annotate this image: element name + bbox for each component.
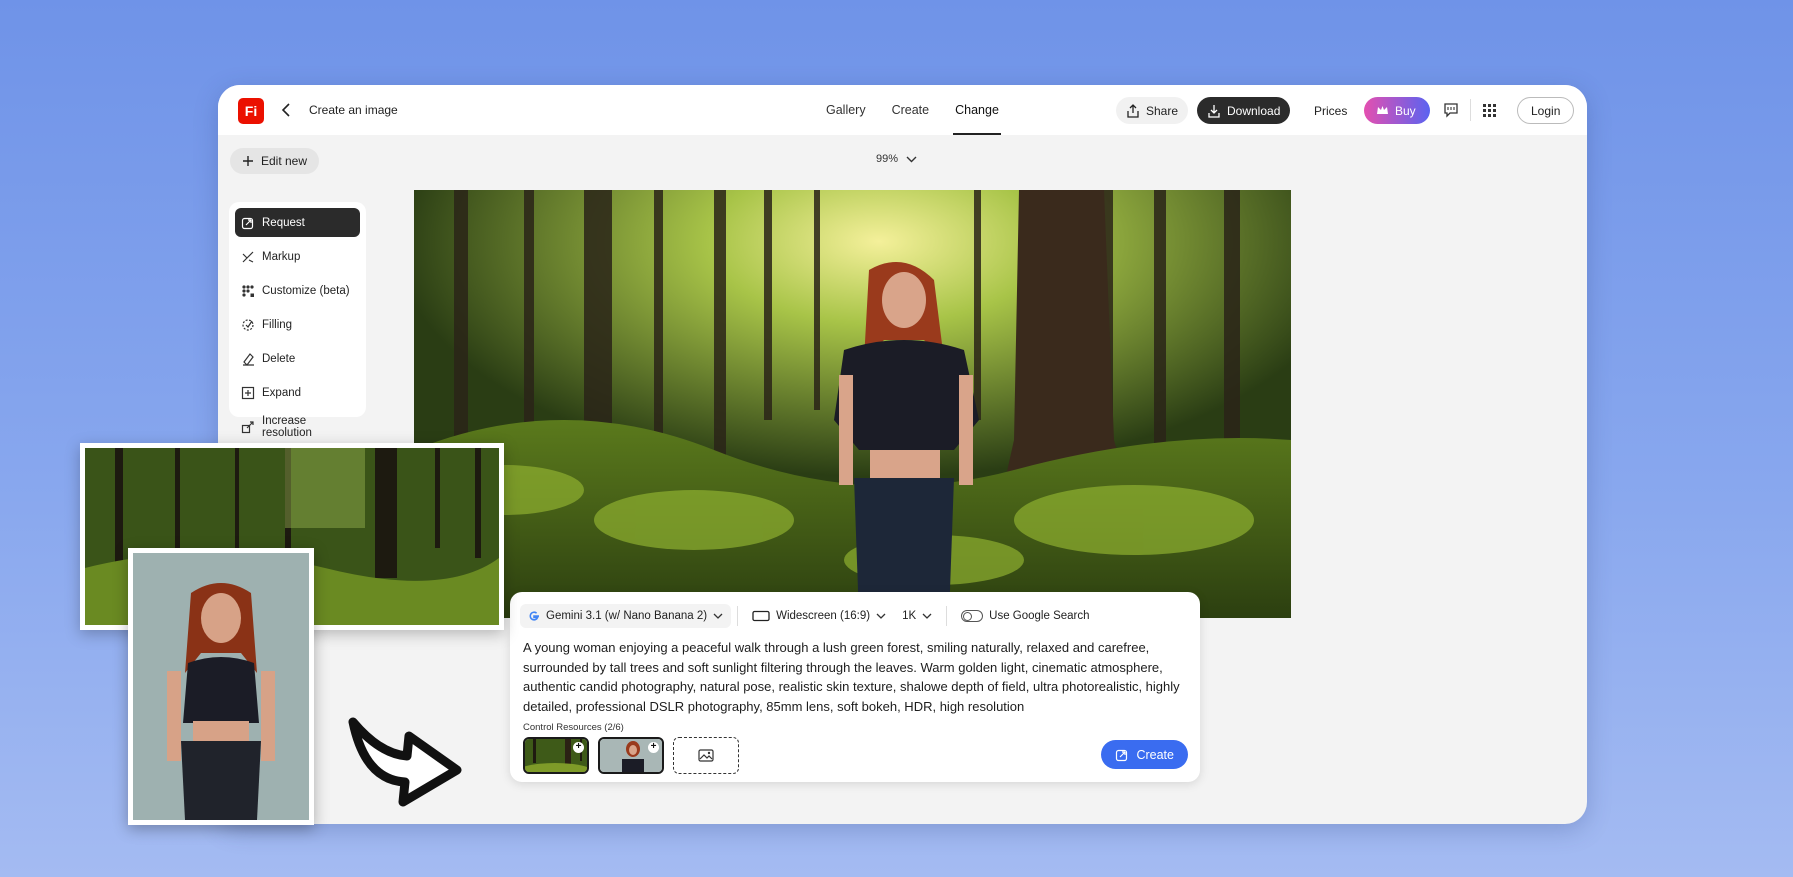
top-bar: Fi Create an image Gallery Create Change… bbox=[218, 85, 1587, 135]
google-search-toggle[interactable]: Use Google Search bbox=[953, 604, 1097, 628]
control-resources-label: Control Resources (2/6) bbox=[523, 722, 624, 733]
expand-icon bbox=[241, 386, 255, 399]
sidebar-item-label: Delete bbox=[262, 352, 296, 365]
download-icon bbox=[1208, 104, 1220, 118]
share-label: Share bbox=[1146, 103, 1179, 118]
sidebar-item-label: Filling bbox=[262, 318, 293, 331]
chevron-down-icon bbox=[922, 613, 932, 619]
google-icon bbox=[529, 611, 539, 621]
tab-gallery[interactable]: Gallery bbox=[824, 85, 868, 135]
sidebar-item-delete[interactable]: Delete bbox=[235, 344, 360, 373]
aspect-select[interactable]: Widescreen (16:9) bbox=[744, 604, 894, 628]
create-label: Create bbox=[1136, 747, 1174, 762]
resolution-value: 1K bbox=[902, 610, 917, 622]
generated-image[interactable] bbox=[414, 190, 1291, 618]
add-resource-button[interactable] bbox=[673, 737, 739, 774]
apps-grid-icon[interactable] bbox=[1478, 99, 1500, 121]
sidebar-item-label: Expand bbox=[262, 386, 302, 399]
generate-icon bbox=[1116, 749, 1128, 761]
reference-portrait-photo bbox=[128, 548, 314, 825]
customize-icon bbox=[242, 284, 254, 297]
control-resources: + + bbox=[523, 737, 739, 774]
resource-thumb-forest[interactable]: + bbox=[523, 737, 589, 774]
sidebar-item-label: Markup bbox=[262, 250, 301, 263]
sidebar-item-customize[interactable]: Customize (beta) bbox=[235, 276, 360, 305]
edit-new-button[interactable]: Edit new bbox=[230, 148, 320, 174]
page-title: Create an image bbox=[309, 103, 398, 117]
chevron-down-icon bbox=[906, 156, 917, 162]
aspect-ratio-icon bbox=[752, 610, 770, 622]
add-icon[interactable]: + bbox=[573, 742, 584, 753]
curved-arrow-icon bbox=[348, 717, 462, 807]
login-button[interactable]: Login bbox=[1517, 97, 1575, 124]
sidebar-item-request[interactable]: Request bbox=[235, 208, 360, 237]
zoom-value: 99% bbox=[876, 153, 899, 165]
upscale-icon bbox=[241, 420, 254, 433]
buy-button[interactable]: Buy bbox=[1364, 97, 1430, 124]
sidebar-item-markup[interactable]: Markup bbox=[235, 242, 360, 271]
share-button[interactable]: Share bbox=[1116, 97, 1189, 124]
model-select[interactable]: Gemini 3.1 (w/ Nano Banana 2) bbox=[520, 604, 732, 628]
tab-create[interactable]: Create bbox=[890, 85, 932, 135]
sidebar-item-label: Increase resolution bbox=[262, 414, 312, 439]
share-icon bbox=[1127, 103, 1139, 118]
google-search-label: Use Google Search bbox=[989, 610, 1090, 622]
aspect-value: Widescreen (16:9) bbox=[776, 610, 871, 622]
request-icon bbox=[241, 217, 254, 229]
image-icon bbox=[698, 749, 714, 762]
sidebar-item-label: Customize (beta) bbox=[262, 284, 350, 297]
chevron-down-icon bbox=[713, 613, 723, 619]
plus-icon bbox=[243, 156, 253, 166]
toggle-switch[interactable] bbox=[961, 610, 984, 622]
divider bbox=[1470, 99, 1471, 121]
divider bbox=[946, 606, 948, 626]
tab-change[interactable]: Change bbox=[953, 85, 1001, 135]
add-icon[interactable]: + bbox=[648, 742, 659, 753]
app-logo[interactable]: Fi bbox=[238, 98, 264, 124]
download-button[interactable]: Download bbox=[1197, 97, 1291, 124]
model-value: Gemini 3.1 (w/ Nano Banana 2) bbox=[546, 610, 708, 622]
edit-new-label: Edit new bbox=[261, 154, 308, 168]
back-arrow-icon[interactable] bbox=[280, 101, 294, 119]
download-label: Download bbox=[1227, 103, 1281, 118]
crown-icon bbox=[1377, 106, 1388, 114]
tools-sidebar: Request Markup Customize (beta) Filling … bbox=[229, 202, 366, 439]
create-button[interactable]: Create bbox=[1101, 740, 1188, 769]
filling-icon bbox=[242, 318, 254, 331]
resource-thumb-portrait[interactable]: + bbox=[598, 737, 664, 774]
buy-label: Buy bbox=[1395, 103, 1416, 118]
chevron-down-icon bbox=[876, 613, 886, 619]
sidebar-item-expand[interactable]: Expand bbox=[235, 378, 360, 407]
nav-tabs: Gallery Create Change bbox=[824, 85, 1001, 135]
feedback-icon[interactable] bbox=[1440, 99, 1462, 121]
resolution-select[interactable]: 1K bbox=[894, 604, 940, 628]
markup-icon bbox=[242, 251, 254, 263]
prompt-textarea[interactable]: A young woman enjoying a peaceful walk t… bbox=[523, 638, 1183, 716]
sidebar-item-label: Request bbox=[262, 216, 305, 229]
zoom-dropdown[interactable]: 99% bbox=[876, 153, 917, 165]
prices-link[interactable]: Prices bbox=[1304, 97, 1357, 124]
options-row: Gemini 3.1 (w/ Nano Banana 2) Widescreen… bbox=[520, 604, 1098, 628]
sidebar-item-filling[interactable]: Filling bbox=[235, 310, 360, 339]
delete-icon bbox=[243, 352, 254, 366]
prompt-panel: Gemini 3.1 (w/ Nano Banana 2) Widescreen… bbox=[510, 592, 1200, 782]
sidebar-item-increase-resolution[interactable]: Increase resolution bbox=[235, 412, 360, 441]
divider bbox=[737, 606, 739, 626]
